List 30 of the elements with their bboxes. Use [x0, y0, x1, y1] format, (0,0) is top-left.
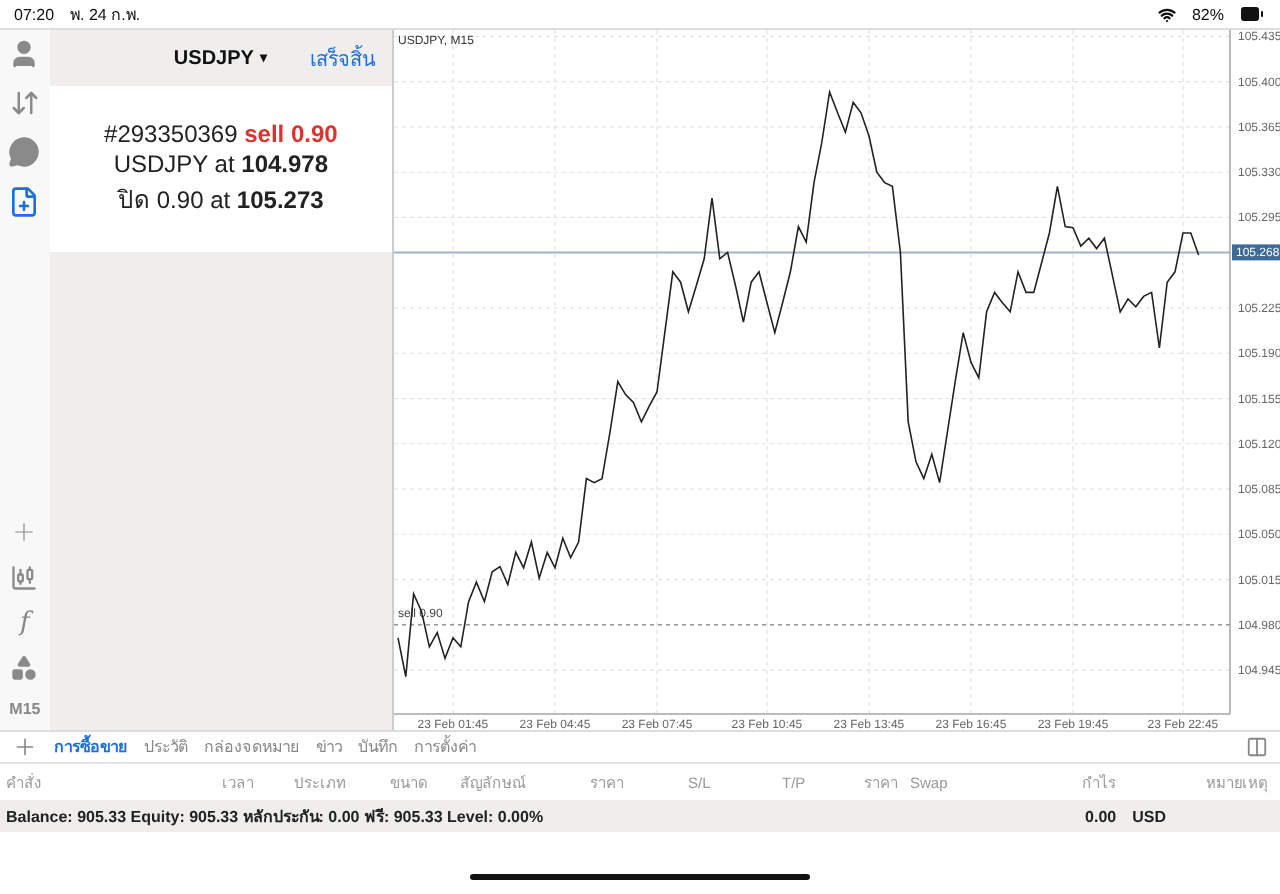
new-document-icon[interactable] — [8, 186, 41, 218]
candlestick-icon[interactable] — [10, 564, 39, 592]
battery-percent: 82% — [1191, 5, 1224, 23]
order-ticket-line: #293350369 sell 0.90 — [104, 120, 338, 148]
add-icon[interactable] — [12, 734, 38, 760]
wifi-icon — [1157, 5, 1176, 23]
tab[interactable]: บันทึก — [358, 734, 398, 760]
currency: USD — [1132, 807, 1166, 825]
done-button[interactable]: เสร็จสิ้น — [310, 43, 376, 73]
function-icon[interactable]: f — [20, 610, 30, 636]
shapes-icon[interactable] — [10, 654, 39, 682]
chat-icon[interactable] — [8, 136, 41, 168]
status-time: 07:20 — [14, 5, 55, 23]
order-detail-line: ปิด 0.90 at 105.273 — [118, 184, 324, 218]
tab[interactable]: ข่าว — [316, 734, 342, 760]
profit-total: 0.00 — [1085, 807, 1117, 825]
tab[interactable]: การตั้งค่า — [414, 734, 476, 760]
up-down-arrows-icon[interactable] — [9, 88, 40, 118]
battery-icon — [1240, 2, 1264, 26]
tab[interactable]: กล่องจดหมาย — [204, 734, 300, 760]
person-icon[interactable] — [8, 38, 41, 70]
account-summary: Balance: 905.33 Equity: 905.33 หลักประกัน: 0.00 ฟรี: 905.33 Level: 0.00% — [6, 805, 544, 829]
timeframe-button[interactable]: M15 — [9, 700, 41, 718]
status-date: พ. 24 ก.พ. — [70, 3, 141, 27]
layout-icon[interactable] — [1246, 736, 1268, 758]
tab[interactable]: การซื้อขาย — [54, 734, 128, 760]
order-detail-line: USDJPY at 104.978 — [113, 150, 329, 178]
tab[interactable]: ประวัติ — [144, 734, 188, 760]
crosshair-icon[interactable] — [10, 518, 39, 546]
price-chart[interactable] — [392, 30, 1280, 730]
